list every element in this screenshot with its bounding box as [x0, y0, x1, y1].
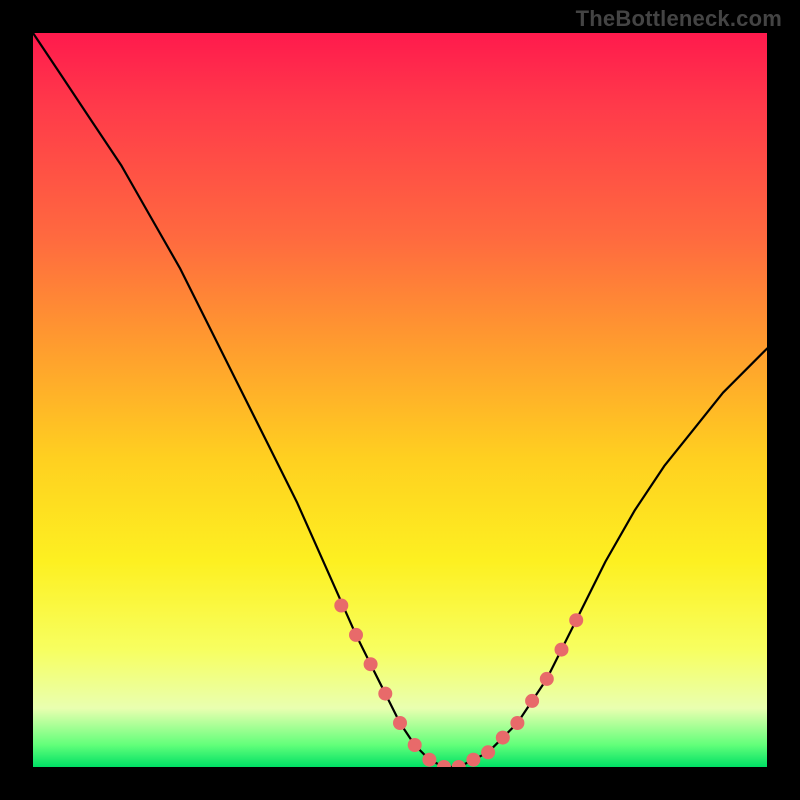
valley-dot: [408, 738, 422, 752]
valley-dots-group: [334, 599, 583, 768]
curve-svg: [33, 33, 767, 767]
watermark-text: TheBottleneck.com: [576, 6, 782, 32]
valley-dot: [555, 643, 569, 657]
valley-dot: [334, 599, 348, 613]
valley-dot: [349, 628, 363, 642]
valley-dot: [540, 672, 554, 686]
valley-dot: [569, 613, 583, 627]
valley-dot: [378, 687, 392, 701]
valley-dot: [510, 716, 524, 730]
valley-dot: [437, 760, 451, 767]
valley-dot: [422, 753, 436, 767]
valley-dot: [393, 716, 407, 730]
valley-dot: [496, 731, 510, 745]
bottleneck-curve: [33, 33, 767, 767]
valley-dot: [452, 760, 466, 767]
plot-area: [33, 33, 767, 767]
chart-frame: TheBottleneck.com: [0, 0, 800, 800]
valley-dot: [466, 753, 480, 767]
valley-dot: [481, 745, 495, 759]
valley-dot: [525, 694, 539, 708]
valley-dot: [364, 657, 378, 671]
